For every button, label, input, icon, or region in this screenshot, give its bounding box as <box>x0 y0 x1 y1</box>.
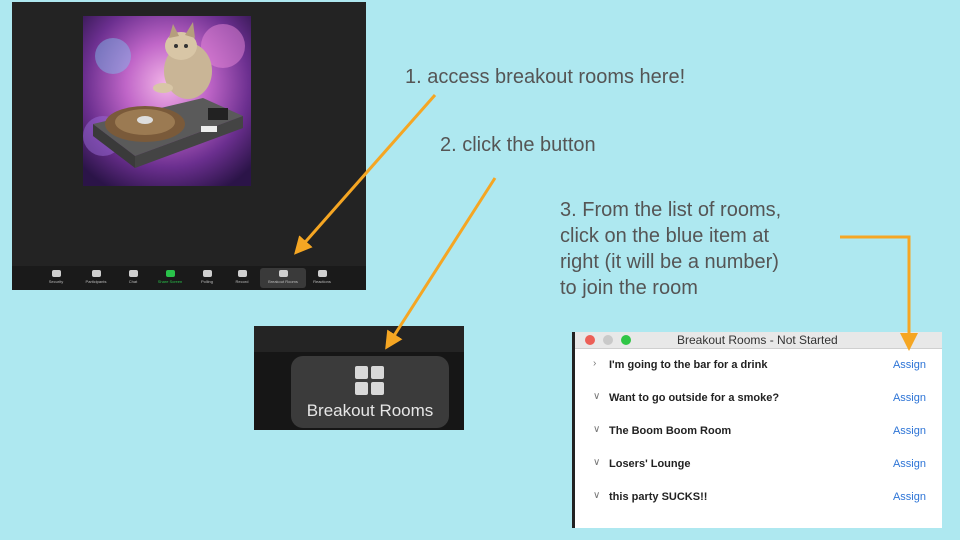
arrow-step2 <box>385 177 497 350</box>
panel-title: Breakout Rooms - Not Started <box>677 333 838 347</box>
assign-link[interactable]: Assign <box>893 392 926 404</box>
shield-icon <box>51 270 61 277</box>
panel-titlebar: Breakout Rooms - Not Started <box>575 332 942 349</box>
chevron-down-icon[interactable]: ∨ <box>593 457 600 468</box>
chevron-down-icon[interactable]: ∨ <box>593 490 600 501</box>
room-row[interactable]: ∨ this party SUCKS!! Assign <box>575 482 942 515</box>
breakout-button-closeup: Breakout Rooms <box>254 326 464 430</box>
assign-link[interactable]: Assign <box>893 458 926 470</box>
step3-line: right (it will be a number) <box>560 251 779 273</box>
room-name: Want to go outside for a smoke? <box>609 392 780 404</box>
step2-note: 2. click the button <box>440 134 596 156</box>
toolbar-strip <box>254 326 464 352</box>
toolbar-breakout-rooms[interactable]: Breakout Rooms <box>267 270 299 284</box>
room-row[interactable]: ∨ Want to go outside for a smoke? Assign <box>575 383 942 416</box>
reactions-icon <box>317 270 327 277</box>
toolbar-label: Reactions <box>313 279 331 284</box>
record-icon <box>237 270 247 277</box>
room-row[interactable]: ∨ Losers' Lounge Assign <box>575 449 942 482</box>
toolbar-record[interactable]: Record <box>226 270 258 284</box>
close-window-icon[interactable] <box>585 335 595 345</box>
room-name: Losers' Lounge <box>609 458 691 470</box>
room-row[interactable]: › I'm going to the bar for a drink Assig… <box>575 350 942 383</box>
toolbar-label: Security <box>48 279 64 284</box>
toolbar-label: Record <box>235 279 249 284</box>
chevron-down-icon[interactable]: ∨ <box>593 424 600 435</box>
meeting-toolbar: Security Participants Chat Share Screen … <box>12 266 366 290</box>
room-row[interactable]: ∨ The Boom Boom Room Assign <box>575 416 942 449</box>
step3-line: click on the blue item at <box>560 225 769 247</box>
assign-link[interactable]: Assign <box>893 359 926 371</box>
zoom-meeting-window: Security Participants Chat Share Screen … <box>12 2 366 290</box>
arrow-step3 <box>840 235 918 351</box>
polling-icon <box>202 270 212 277</box>
room-name: I'm going to the bar for a drink <box>609 359 768 371</box>
toolbar-label: Participants <box>85 279 107 284</box>
step3-note: 3. From the list of rooms, click on the … <box>560 197 781 301</box>
step1-note: 1. access breakout rooms here! <box>405 66 686 88</box>
breakout-rooms-button[interactable]: Breakout Rooms <box>291 356 449 428</box>
toolbar-share-screen[interactable]: Share Screen <box>154 270 186 284</box>
minimize-window-icon[interactable] <box>603 335 613 345</box>
chevron-down-icon[interactable]: ∨ <box>593 391 600 402</box>
assign-link[interactable]: Assign <box>893 425 926 437</box>
toolbar-participants[interactable]: Participants <box>80 270 112 284</box>
toolbar-label: Share Screen <box>157 279 183 284</box>
toolbar-polling[interactable]: Polling <box>191 270 223 284</box>
breakout-rooms-panel: Breakout Rooms - Not Started › I'm going… <box>572 332 942 528</box>
step3-line: 3. From the list of rooms, <box>560 199 782 221</box>
dj-cat-image <box>83 16 251 186</box>
toolbar-security[interactable]: Security <box>40 270 72 284</box>
share-screen-icon <box>165 270 175 277</box>
participants-icon <box>91 270 101 277</box>
grid-icon <box>355 366 385 396</box>
toolbar-chat[interactable]: Chat <box>117 270 149 284</box>
room-name: this party SUCKS!! <box>609 491 708 503</box>
toolbar-label: Chat <box>128 279 138 284</box>
toolbar-label: Breakout Rooms <box>268 279 298 284</box>
chevron-right-icon[interactable]: › <box>593 358 596 369</box>
toolbar-reactions[interactable]: Reactions <box>306 270 338 284</box>
breakout-rooms-label: Breakout Rooms <box>306 401 434 420</box>
chat-icon <box>128 270 138 277</box>
room-name: The Boom Boom Room <box>609 425 732 437</box>
breakout-rooms-icon <box>278 270 288 277</box>
toolbar-label: Polling <box>200 279 213 284</box>
assign-link[interactable]: Assign <box>893 491 926 503</box>
step3-line: to join the room <box>560 277 698 299</box>
zoom-window-icon[interactable] <box>621 335 631 345</box>
